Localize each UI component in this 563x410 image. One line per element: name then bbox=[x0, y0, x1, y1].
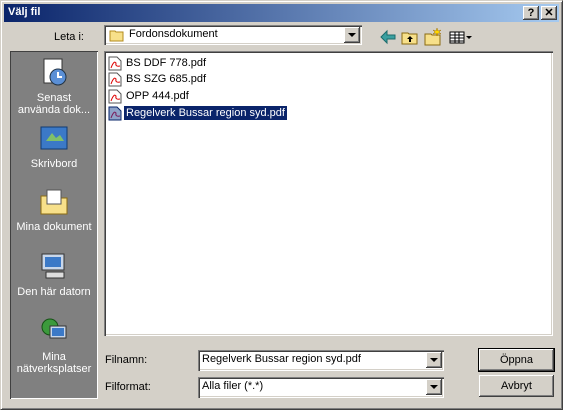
look-in-label: Leta i: bbox=[54, 31, 84, 43]
place-label: Mina bbox=[42, 351, 66, 363]
place-label: använda dok... bbox=[17, 104, 91, 116]
filetype-value: Alla filer (*.*) bbox=[202, 380, 264, 392]
look-in-dropdown-button[interactable] bbox=[344, 27, 360, 43]
new-folder-icon[interactable] bbox=[423, 27, 443, 47]
pdf-file-icon bbox=[108, 89, 122, 104]
file-name: BS SZG 685.pdf bbox=[126, 73, 207, 85]
title-bar[interactable]: Välj fil ? ✕ bbox=[4, 4, 559, 22]
place-recent-documents[interactable]: Senast använda dok... bbox=[10, 57, 98, 116]
filetype-label: Filformat: bbox=[105, 381, 151, 393]
desktop-icon bbox=[40, 126, 68, 150]
file-list[interactable]: BS DDF 778.pdf BS SZG 685.pdf OPP 444.pd… bbox=[104, 51, 553, 336]
cancel-button[interactable]: Avbryt bbox=[479, 375, 554, 397]
my-computer-icon bbox=[41, 253, 65, 279]
place-label: nätverksplatser bbox=[16, 363, 92, 375]
place-my-documents[interactable]: Mina dokument bbox=[10, 186, 98, 233]
open-button[interactable]: Öppna bbox=[478, 348, 555, 372]
place-my-computer[interactable]: Den här datorn bbox=[10, 251, 98, 298]
window-title: Välj fil bbox=[8, 6, 41, 18]
look-in-value: Fordonsdokument bbox=[129, 28, 218, 40]
up-folder-icon[interactable] bbox=[400, 27, 420, 47]
filetype-dropdown-button[interactable] bbox=[426, 379, 442, 395]
look-in-combobox[interactable]: Fordonsdokument bbox=[104, 25, 362, 45]
place-network[interactable]: Mina nätverksplatser bbox=[10, 316, 98, 375]
places-bar: Senast använda dok... Skrivbord Mina dok… bbox=[10, 51, 98, 399]
help-button[interactable]: ? bbox=[523, 6, 539, 20]
pdf-file-icon bbox=[108, 56, 122, 71]
filename-input[interactable]: Regelverk Bussar region syd.pdf bbox=[202, 353, 361, 365]
place-label: Senast bbox=[36, 92, 72, 104]
place-desktop[interactable]: Skrivbord bbox=[10, 123, 98, 170]
file-name: OPP 444.pdf bbox=[126, 90, 189, 102]
filetype-combobox[interactable]: Alla filer (*.*) bbox=[198, 377, 444, 398]
folder-icon bbox=[109, 30, 124, 42]
view-menu-icon[interactable] bbox=[447, 27, 473, 47]
back-arrow-icon[interactable] bbox=[378, 27, 398, 47]
pdf-file-icon bbox=[108, 106, 122, 121]
close-button[interactable]: ✕ bbox=[541, 6, 557, 20]
place-label: Skrivbord bbox=[30, 158, 78, 170]
place-label: Den här datorn bbox=[17, 286, 91, 298]
file-name: BS DDF 778.pdf bbox=[126, 57, 207, 69]
filename-combobox[interactable]: Regelverk Bussar region syd.pdf bbox=[198, 350, 444, 371]
network-places-icon bbox=[41, 318, 67, 339]
pdf-file-icon bbox=[108, 72, 122, 87]
filename-dropdown-button[interactable] bbox=[426, 352, 442, 368]
file-name: Regelverk Bussar region syd.pdf bbox=[123, 105, 288, 121]
file-dialog: Välj fil ? ✕ Leta i: Fordonsdokument Sen… bbox=[0, 0, 563, 410]
filename-label: Filnamn: bbox=[105, 354, 148, 366]
my-documents-icon bbox=[40, 189, 68, 215]
place-label: Mina dokument bbox=[16, 221, 92, 233]
recent-documents-icon bbox=[43, 58, 67, 86]
